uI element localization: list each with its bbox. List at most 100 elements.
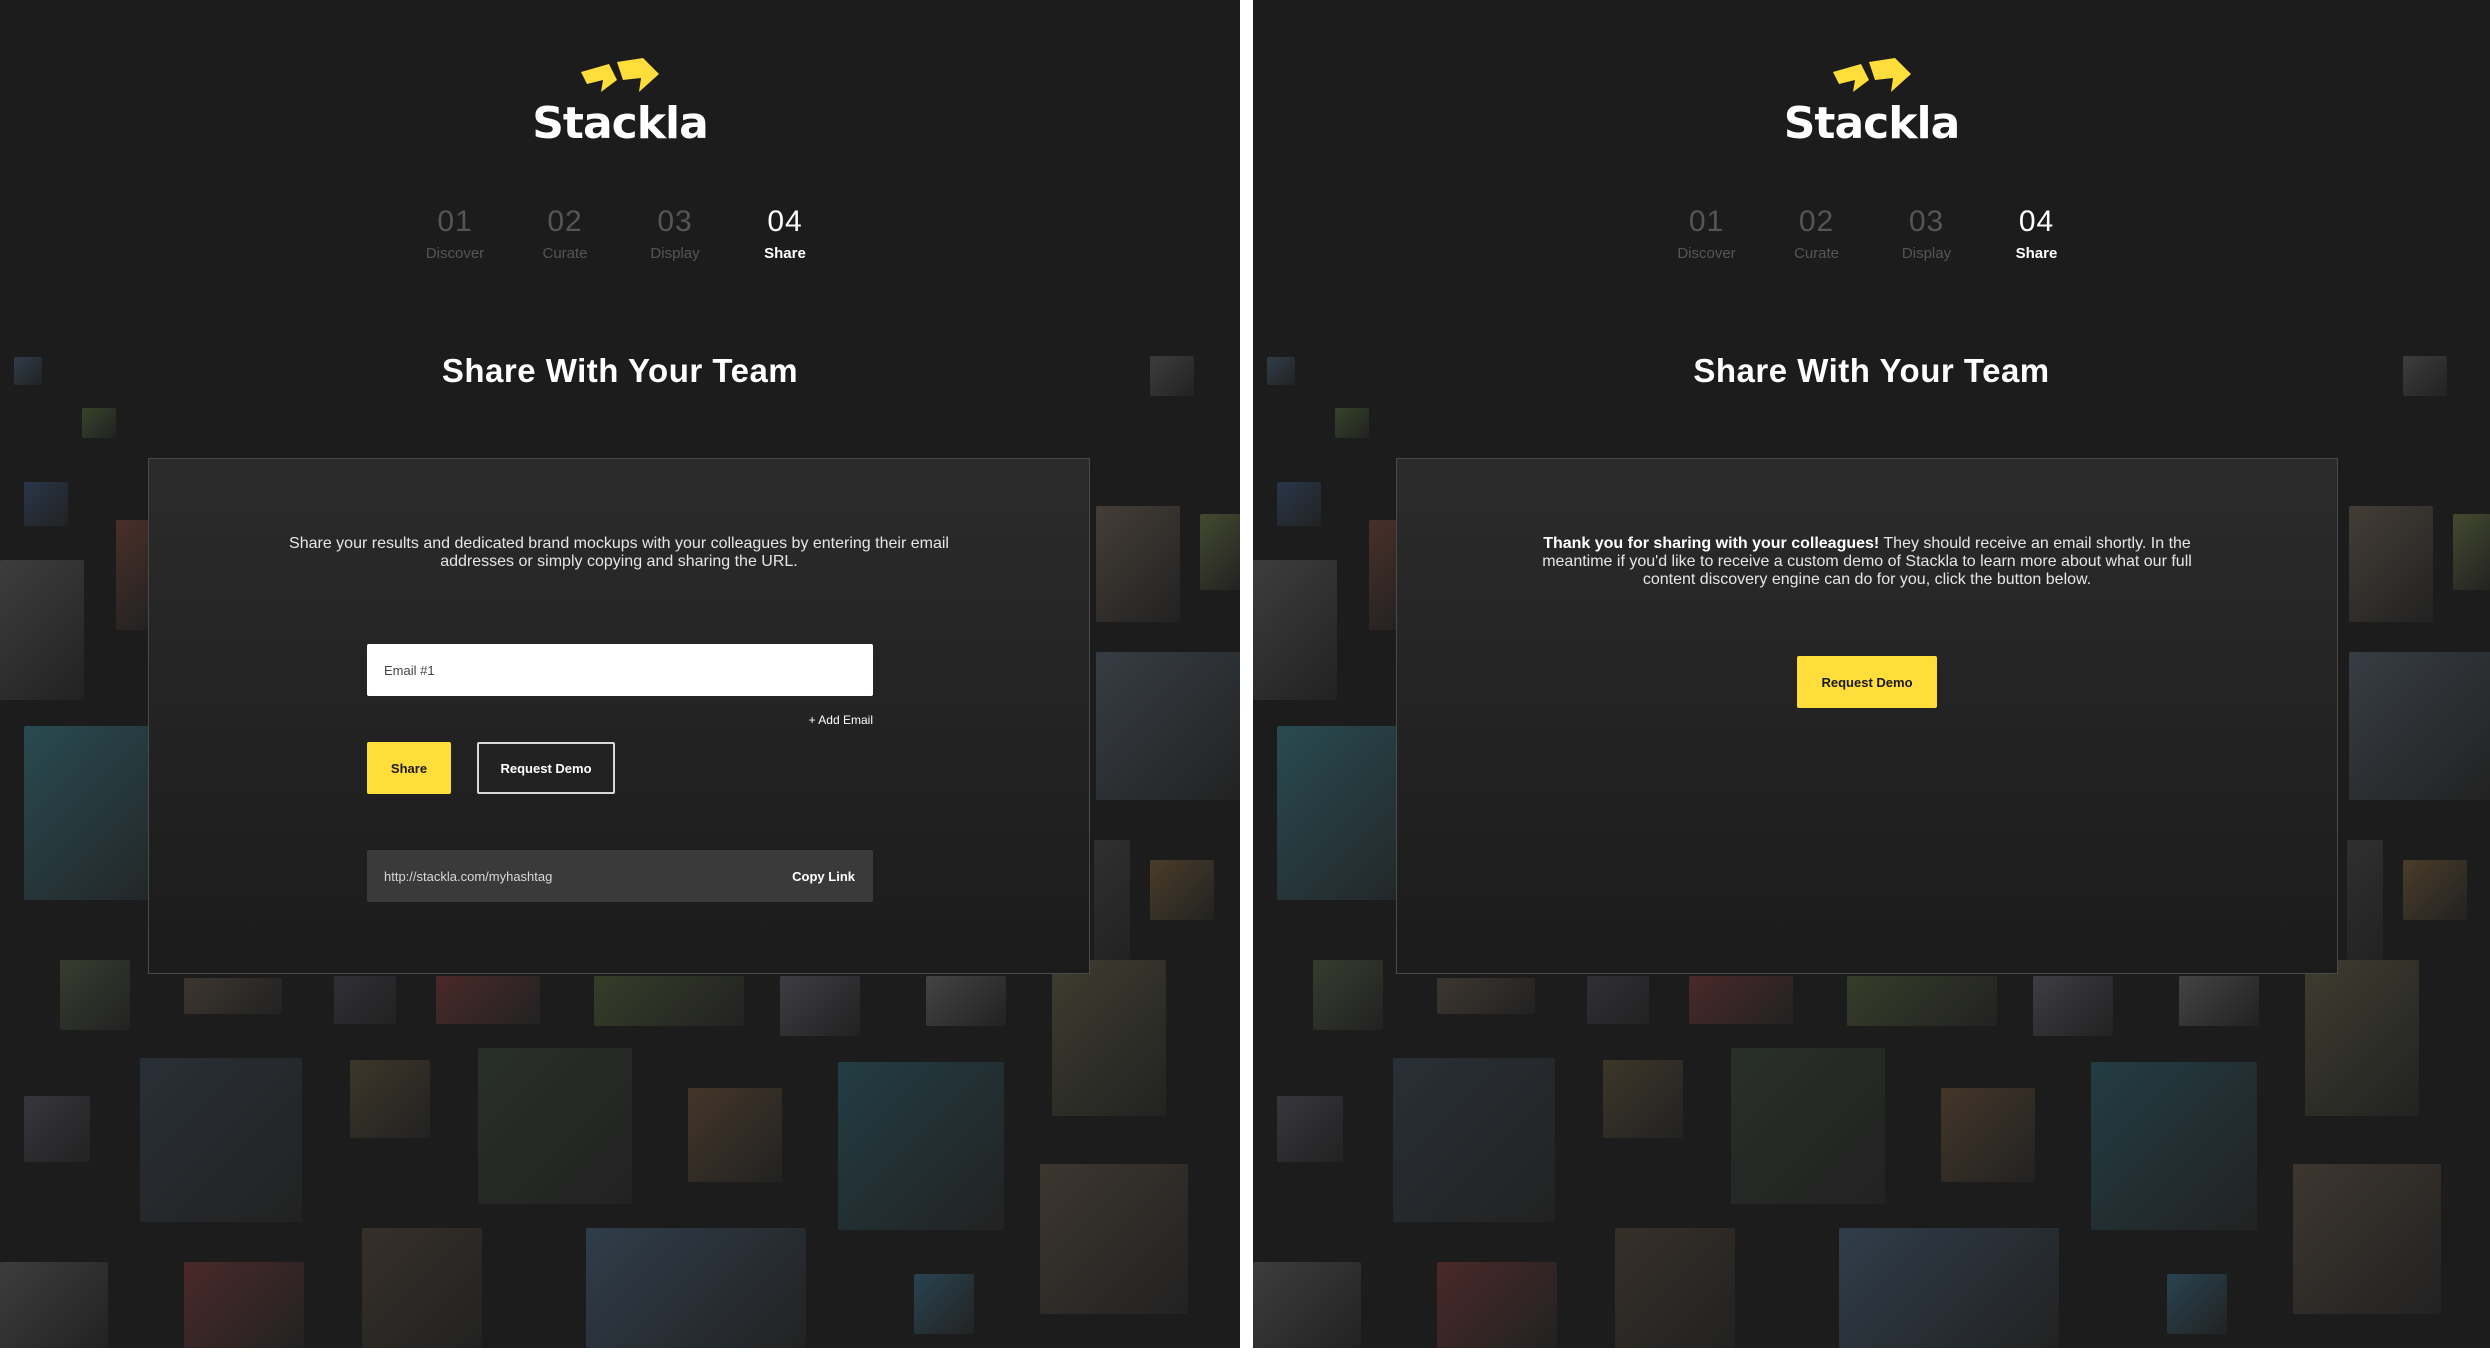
- confirmation-card: Thank you for sharing with your colleagu…: [1396, 458, 2338, 974]
- background-photo-tile: [2033, 976, 2113, 1036]
- step-number: 03: [1908, 205, 1945, 238]
- background-photo-tile: [838, 1062, 1004, 1230]
- background-photo-tile: [2305, 960, 2419, 1116]
- step-number: 04: [767, 205, 803, 238]
- background-photo-tile: [350, 1060, 430, 1138]
- step-number: 02: [1798, 205, 1835, 238]
- background-photo-tile: [1941, 1088, 2035, 1182]
- add-email-link[interactable]: + Add Email: [789, 713, 873, 727]
- step-number: 04: [2018, 205, 2055, 238]
- background-photo-tile: [1603, 1060, 1683, 1138]
- background-photo-tile: [1277, 1096, 1343, 1162]
- background-photo-tile: [184, 978, 282, 1014]
- background-photo-tile: [334, 976, 396, 1024]
- background-photo-tile: [1253, 1262, 1361, 1348]
- page-title: Share With Your Team: [1693, 352, 2050, 389]
- step-label: Display: [650, 245, 700, 262]
- background-photo-tile: [1615, 1228, 1735, 1348]
- background-photo-tile: [2453, 514, 2490, 590]
- step-discover[interactable]: 01 Discover: [405, 205, 505, 262]
- background-photo-tile: [116, 520, 148, 630]
- background-photo-tile: [594, 976, 744, 1026]
- background-photo-tile: [1052, 960, 1166, 1116]
- step-curate[interactable]: 02 Curate: [515, 205, 615, 262]
- share-url[interactable]: http://stackla.com/myhashtag: [384, 869, 552, 884]
- background-photo-tile: [780, 976, 860, 1036]
- confirmation-headline: Thank you for sharing with your colleagu…: [1543, 535, 1880, 552]
- step-number: 01: [437, 205, 473, 238]
- stackla-logo: Stackla: [1752, 58, 1992, 149]
- background-photo-tile: [184, 1262, 304, 1348]
- step-display[interactable]: 03 Display: [1877, 205, 1977, 262]
- stackla-chevrons-icon: [581, 58, 659, 92]
- background-photo-tile: [1839, 1228, 2059, 1348]
- background-photo-tile: [1040, 1164, 1188, 1314]
- share-button[interactable]: Share: [367, 742, 451, 794]
- background-photo-tile: [1437, 1262, 1557, 1348]
- pane-divider: [1240, 0, 1253, 1368]
- email-input[interactable]: [367, 644, 873, 696]
- background-photo-tile: [1437, 978, 1535, 1014]
- logo-wordmark: Stackla: [532, 98, 709, 149]
- background-photo-tile: [688, 1088, 782, 1182]
- page-title: Share With Your Team: [441, 352, 799, 389]
- request-demo-button[interactable]: Request Demo: [477, 742, 615, 794]
- progress-steps: 01 Discover 02 Curate 03 Display 04 Shar…: [405, 205, 835, 262]
- background-photo-tile: [60, 960, 130, 1030]
- step-number: 03: [657, 205, 693, 238]
- step-display[interactable]: 03 Display: [625, 205, 725, 262]
- background-photo-tile: [2293, 1164, 2441, 1314]
- background-photo-tile: [2349, 652, 2490, 800]
- background-photo-tile: [1096, 652, 1240, 800]
- step-label: Discover: [1677, 245, 1736, 262]
- share-description: Share your results and dedicated brand m…: [289, 535, 949, 570]
- background-photo-tile: [926, 976, 1006, 1026]
- background-photo-tile: [1335, 408, 1369, 438]
- background-photo-tile: [0, 1262, 108, 1348]
- step-label: Share: [764, 245, 806, 262]
- background-photo-tile: [478, 1048, 632, 1204]
- background-photo-tile: [2179, 976, 2259, 1026]
- step-label: Display: [1901, 245, 1952, 262]
- background-photo-tile: [2347, 840, 2383, 960]
- share-url-bar: http://stackla.com/myhashtag Copy Link: [367, 850, 873, 902]
- step-number: 02: [547, 205, 583, 238]
- background-photo-tile: [1313, 960, 1383, 1030]
- background-photo-tile: [1689, 976, 1793, 1024]
- background-photo-tile: [82, 408, 116, 438]
- background-photo-tile: [362, 1228, 482, 1348]
- background-photo-tile: [1150, 860, 1214, 920]
- background-photo-tile: [2091, 1062, 2257, 1230]
- share-card: Share your results and dedicated brand m…: [148, 458, 1090, 974]
- background-photo-tile: [140, 1058, 302, 1222]
- background-photo-tile: [2403, 860, 2467, 920]
- share-pane-confirmation: Stackla 01 Discover 02 Curate 03 Display…: [1253, 0, 2490, 1348]
- background-photo-tile: [2167, 1274, 2227, 1334]
- share-pane-form: Stackla 01 Discover 02 Curate 03 Display…: [0, 0, 1240, 1348]
- background-photo-tile: [1200, 514, 1240, 590]
- background-photo-tile: [1096, 506, 1180, 622]
- stackla-logo: Stackla: [500, 58, 740, 149]
- background-photo-tile: [0, 560, 84, 700]
- background-photo-tile: [586, 1228, 806, 1348]
- step-share[interactable]: 04 Share: [1987, 205, 2087, 262]
- background-photo-tile: [1277, 482, 1321, 526]
- step-share[interactable]: 04 Share: [735, 205, 835, 262]
- background-photo-tile: [914, 1274, 974, 1334]
- background-photo-tile: [1393, 1058, 1555, 1222]
- copy-link-button[interactable]: Copy Link: [792, 869, 855, 884]
- step-label: Discover: [425, 245, 485, 262]
- step-label: Curate: [542, 245, 588, 262]
- background-photo-tile: [24, 1096, 90, 1162]
- background-photo-tile: [436, 976, 540, 1024]
- request-demo-button[interactable]: Request Demo: [1797, 656, 1937, 708]
- step-label: Curate: [1793, 245, 1840, 262]
- background-photo-tile: [1587, 976, 1649, 1024]
- step-discover[interactable]: 01 Discover: [1657, 205, 1757, 262]
- step-label: Share: [2015, 245, 2058, 262]
- stackla-chevrons-icon: [1832, 58, 1911, 92]
- step-curate[interactable]: 02 Curate: [1767, 205, 1867, 262]
- background-photo-tile: [1094, 840, 1130, 960]
- background-photo-tile: [2349, 506, 2433, 622]
- confirmation-message: Thank you for sharing with your colleagu…: [1537, 535, 2197, 589]
